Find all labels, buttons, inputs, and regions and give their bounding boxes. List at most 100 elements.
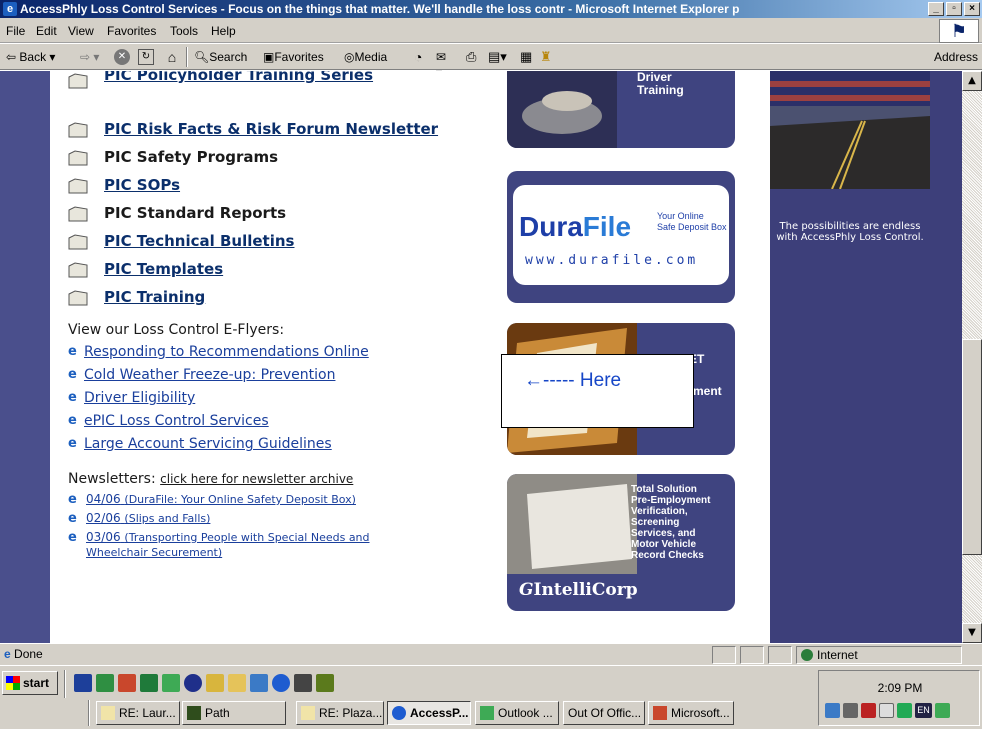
excel-icon[interactable] — [140, 674, 158, 692]
intellicorp-logo: GIntelliCorp — [519, 580, 638, 600]
network-icon[interactable] — [250, 674, 268, 692]
eflyer-driver-eligibility-link[interactable]: Driver Eligibility — [84, 390, 195, 406]
newsletter-link-continued[interactable]: Wheelchair Securement) — [86, 545, 222, 559]
powerpoint-icon[interactable] — [118, 674, 136, 692]
history-icon[interactable]: ◔ — [414, 49, 430, 65]
folder-icon — [68, 73, 88, 89]
taskbar-button-path[interactable]: Path — [182, 701, 286, 725]
address-label[interactable]: Address — [934, 50, 978, 64]
pic-technical-bulletins-link[interactable]: PIC Technical Bulletins — [104, 232, 294, 250]
eflyer-epic-link[interactable]: ePIC Loss Control Services — [84, 413, 269, 429]
menu-tools[interactable]: Tools — [170, 24, 198, 38]
volume-icon[interactable] — [843, 703, 858, 718]
globe-icon — [801, 649, 813, 661]
menu-view[interactable]: View — [68, 24, 94, 38]
pic-training-link[interactable]: PIC Training — [104, 288, 205, 306]
pic-policyholder-training-link[interactable]: PIC Policyholder Training Series — [104, 71, 373, 84]
close-button[interactable]: × — [964, 2, 980, 16]
refresh-icon[interactable]: ↻ — [138, 49, 154, 65]
language-indicator[interactable]: EN — [915, 703, 932, 718]
eflyer-large-account-link[interactable]: Large Account Servicing Guidelines — [84, 436, 332, 452]
menu-favorites[interactable]: Favorites — [107, 24, 156, 38]
driver-training-banner[interactable]: Driver Training — [507, 71, 735, 148]
newsletter-archive-link[interactable]: click here for newsletter archive — [160, 472, 353, 486]
mail-icon — [101, 706, 115, 720]
envelope-icon[interactable] — [879, 703, 894, 718]
taskbar-button-out-of-office[interactable]: Out Of Offic... — [563, 701, 645, 725]
taskbar-button-label: Microsoft... — [671, 706, 730, 720]
newsletter-link[interactable]: 03/06 (Transporting People with Special … — [86, 530, 370, 544]
discuss-icon[interactable]: ▦ — [520, 49, 536, 65]
network-icon[interactable] — [825, 703, 840, 718]
pic-sops-link[interactable]: PIC SOPs — [104, 176, 180, 194]
menu-help[interactable]: Help — [211, 24, 236, 38]
outlook-icon[interactable] — [162, 674, 180, 692]
intellicorp-banner[interactable]: Total Solution Pre-Employment Verificati… — [507, 474, 735, 611]
edit-icon[interactable]: ▤▾ — [488, 49, 507, 65]
taskbar-button-microsoft[interactable]: Microsoft... — [648, 701, 734, 725]
connection-icon[interactable] — [861, 703, 876, 718]
newsletter-desc: (Transporting People with Special Needs … — [124, 531, 370, 544]
pic-standard-reports-link[interactable]: PIC Standard Reports — [104, 204, 286, 222]
window-title-bar[interactable]: e AccessPhly Loss Control Services - Foc… — [0, 0, 982, 18]
taskbar-button-re-plaza[interactable]: RE: Plaza... — [296, 701, 384, 725]
word-icon[interactable] — [74, 674, 92, 692]
vertical-scrollbar[interactable]: ▲ ▼ — [962, 71, 982, 643]
pic-risk-facts-link[interactable]: PIC Risk Facts & Risk Forum Newsletter — [104, 120, 438, 138]
forward-button[interactable]: ⇨ ▾ — [80, 50, 99, 64]
menu-file[interactable]: File — [6, 24, 25, 38]
ad-line: Total Solution — [631, 484, 697, 495]
folder-icon — [68, 150, 88, 166]
ie-page-icon: e — [4, 647, 11, 661]
taskbar-button-accessphly[interactable]: AccessP... — [387, 701, 471, 725]
durafile-url: www.durafile.com — [525, 253, 699, 268]
ad-line: Record Checks — [631, 550, 704, 561]
taskbar-button-label: AccessP... — [410, 706, 469, 720]
favorites-button[interactable]: ▣Favorites — [263, 50, 324, 64]
home-icon[interactable]: ⌂ — [164, 49, 180, 65]
scroll-up-arrow-icon[interactable]: ▲ — [962, 71, 982, 91]
print-icon[interactable]: ⎙ — [466, 49, 482, 65]
media-player-icon[interactable] — [184, 674, 202, 692]
newsletter-link[interactable]: 04/06 (DuraFile: Your Online Safety Depo… — [86, 492, 356, 506]
messenger-icon[interactable] — [897, 703, 912, 718]
eflyer-cold-weather-link[interactable]: Cold Weather Freeze-up: Prevention — [84, 367, 335, 383]
taskbar-button-outlook[interactable]: Outlook ... — [475, 701, 559, 725]
internet-explorer-icon[interactable] — [272, 674, 290, 692]
durafile-logo-file: File — [582, 211, 632, 242]
ie-page-icon: e — [68, 413, 77, 428]
search-button[interactable]: 🔍︎Search — [194, 50, 247, 64]
possibilities-text: The possibilities are endless with Acces… — [776, 221, 924, 243]
scrollbar-thumb[interactable] — [962, 339, 982, 555]
app-icon[interactable] — [96, 674, 114, 692]
menu-edit[interactable]: Edit — [36, 24, 57, 38]
minimize-button[interactable]: _ — [928, 2, 944, 16]
taskbar-button-re-laur[interactable]: RE: Laur... — [96, 701, 180, 725]
app-icon[interactable] — [935, 703, 950, 718]
mail-icon[interactable]: ✉▾ — [436, 49, 452, 80]
back-button[interactable]: ⇦ Back ▾ — [6, 50, 55, 64]
standard-toolbar: ⇦ Back ▾ ⇨ ▾ ✕ ↻ ⌂ 🔍︎Search ▣Favorites ◎… — [0, 44, 982, 80]
durafile-banner[interactable]: DuraFile Your Online Safe Deposit Box www… — [507, 171, 735, 303]
clock[interactable]: 2:09 PM — [819, 681, 981, 695]
pic-templates-link[interactable]: PIC Templates — [104, 260, 223, 278]
ad-line: Screening — [631, 517, 680, 528]
newsletter-link[interactable]: 02/06 (Slips and Falls) — [86, 511, 210, 525]
notepad-icon[interactable] — [206, 674, 224, 692]
media-button[interactable]: ◎Media — [344, 50, 387, 64]
folder-icon[interactable] — [228, 674, 246, 692]
eflyer-responding-link[interactable]: Responding to Recommendations Online — [84, 344, 369, 360]
pic-safety-programs-link[interactable]: PIC Safety Programs — [104, 148, 278, 166]
scroll-down-arrow-icon[interactable]: ▼ — [962, 623, 982, 643]
status-cell — [740, 646, 764, 664]
favorites-icon: ▣ — [263, 50, 275, 64]
app-icon[interactable] — [316, 674, 334, 692]
start-button[interactable]: start — [2, 671, 58, 695]
stop-icon[interactable]: ✕ — [114, 49, 130, 65]
restore-button[interactable]: ▫ — [946, 2, 962, 16]
calculator-icon[interactable] — [294, 674, 312, 692]
app-icon — [187, 706, 201, 720]
ad-line: Motor Vehicle — [631, 539, 697, 550]
messenger-icon[interactable]: ♜ — [540, 49, 556, 65]
folder-icon — [68, 206, 88, 222]
